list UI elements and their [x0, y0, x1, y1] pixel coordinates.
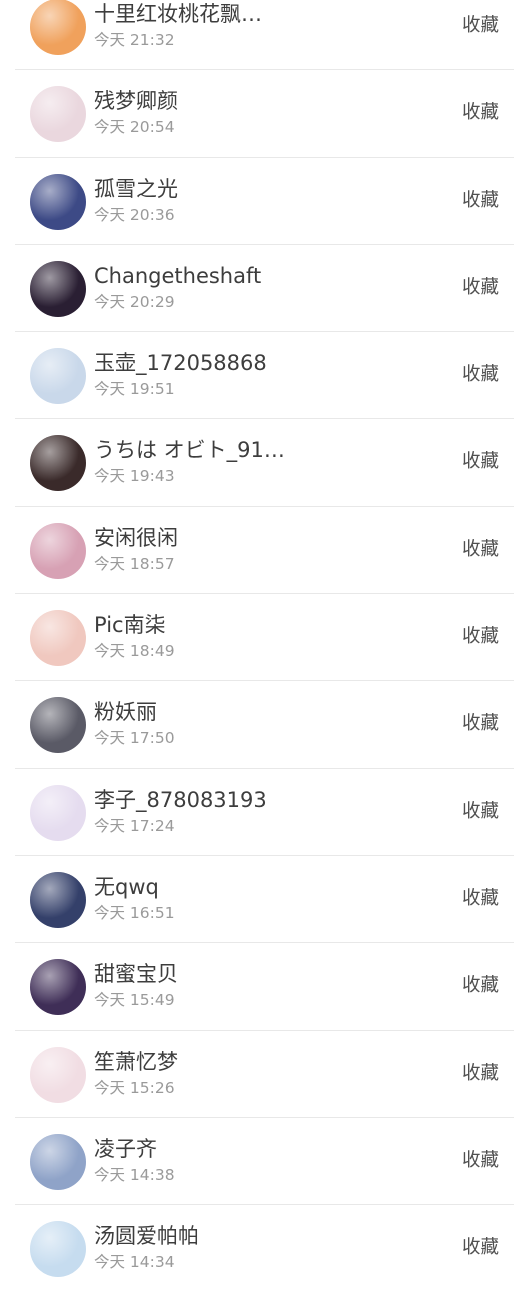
list-item[interactable]: 凌子齐今天 14:38 收藏 — [0, 1118, 529, 1206]
user-name[interactable]: Changetheshaft — [94, 262, 261, 290]
timestamp: 今天 17:50 — [94, 729, 175, 748]
timestamp: 今天 21:32 — [94, 31, 175, 49]
timestamp: 今天 14:38 — [94, 1165, 175, 1184]
favorite-button[interactable]: 收藏 — [462, 188, 499, 214]
timestamp: 今天 19:43 — [94, 467, 175, 486]
timestamp: 今天 20:36 — [94, 205, 175, 224]
user-name[interactable]: 粉妖丽 — [94, 698, 157, 726]
favorite-button[interactable]: 收藏 — [462, 624, 499, 650]
user-name[interactable]: 凌子齐 — [94, 1135, 157, 1163]
timestamp: 今天 18:57 — [94, 554, 175, 573]
pastel-anime-avatar-icon[interactable] — [30, 348, 86, 405]
timestamp: 今天 20:29 — [94, 292, 175, 311]
user-name[interactable]: 甜蜜宝贝 — [94, 960, 178, 988]
user-name[interactable]: うちは オビト_91… — [94, 436, 285, 464]
light-blue-anime-avatar-icon[interactable] — [30, 1221, 86, 1278]
user-name[interactable]: 安闲很闲 — [94, 524, 178, 552]
list-item[interactable]: 孤雪之光今天 20:36 收藏 — [0, 158, 529, 245]
favorite-button[interactable]: 收藏 — [462, 1061, 499, 1087]
night-sky-character-avatar-icon[interactable] — [30, 871, 86, 928]
list-item[interactable]: Changetheshaft 今天 20:29 收藏 — [0, 245, 529, 333]
user-name[interactable]: Pic南柒 — [94, 611, 166, 639]
favorite-button[interactable]: 收藏 — [462, 973, 499, 999]
timestamp: 今天 16:51 — [94, 903, 175, 922]
favorite-button[interactable]: 收藏 — [462, 1148, 499, 1174]
user-name[interactable]: 十里红妆桃花飘… — [94, 0, 262, 28]
favorite-button[interactable]: 收藏 — [462, 1235, 499, 1261]
timestamp: 今天 20:54 — [94, 118, 175, 137]
user-name[interactable]: 玉壶_172058868 — [94, 349, 267, 377]
favorite-button[interactable]: 收藏 — [462, 537, 499, 563]
pale-anime-avatar-icon[interactable] — [30, 1046, 86, 1103]
avatar-highlight — [30, 348, 86, 405]
favorite-button[interactable]: 收藏 — [462, 13, 499, 39]
user-name[interactable]: 笙萧忆梦 — [94, 1048, 178, 1076]
avatar-highlight — [30, 522, 86, 579]
timestamp: 今天 19:51 — [94, 380, 175, 399]
purple-anime-avatar-icon[interactable] — [30, 959, 86, 1016]
list-item[interactable]: 笙萧忆梦今天 15:26 收藏 — [0, 1031, 529, 1118]
user-name[interactable]: 无qwq — [94, 873, 159, 901]
favorite-button[interactable]: 收藏 — [462, 711, 499, 737]
list-item[interactable]: 残梦卿颜今天 20:54 收藏 — [0, 70, 529, 158]
favorite-button[interactable]: 收藏 — [462, 886, 499, 912]
avatar-highlight — [30, 959, 86, 1016]
avatar-highlight — [30, 610, 86, 667]
favorite-button[interactable]: 收藏 — [462, 799, 499, 825]
timestamp: 今天 15:49 — [94, 991, 175, 1010]
favorite-button[interactable]: 收藏 — [462, 275, 499, 301]
avatar-highlight — [30, 697, 86, 754]
avatar-highlight — [30, 784, 86, 841]
user-name[interactable]: 汤圆爱帕帕 — [94, 1222, 199, 1250]
list-item[interactable]: 粉妖丽今天 17:50 收藏 — [0, 681, 529, 769]
user-list: 十里红妆桃花飘… 今天 21:32 收藏 残梦卿颜 今天 20:54 收藏 孤雪之光 今天 2… — [0, 0, 529, 1292]
list-item[interactable]: 汤圆爱帕帕今天 14:34 收藏 — [0, 1205, 529, 1292]
blue-snow-anime-avatar-icon[interactable] — [30, 173, 86, 230]
masked-character-avatar-icon[interactable] — [30, 435, 86, 492]
white-hair-anime-avatar-icon[interactable] — [30, 784, 86, 841]
favorite-button[interactable]: 收藏 — [462, 362, 499, 388]
timestamp: 今天 15:26 — [94, 1078, 175, 1097]
dark-anime-avatar-icon[interactable] — [30, 260, 86, 317]
list-item[interactable]: 无qwq 今天 16:51 收藏 — [0, 856, 529, 944]
blue-art-anime-avatar-icon[interactable] — [30, 1133, 86, 1190]
pink-hair-anime-avatar-icon[interactable] — [30, 522, 86, 579]
avatar-highlight — [30, 435, 86, 492]
avatar-highlight — [30, 260, 86, 317]
user-name[interactable]: 残梦卿颜 — [94, 87, 178, 115]
list-item[interactable]: 十里红妆桃花飘… 今天 21:32 收藏 — [0, 0, 529, 71]
anime-girl-pink-avatar-icon[interactable] — [30, 86, 86, 143]
timestamp: 今天 14:34 — [94, 1253, 175, 1272]
peach-anime-avatar-icon[interactable] — [30, 610, 86, 667]
list-item[interactable]: 玉壶_172058868 今天 19:51 收藏 — [0, 332, 529, 420]
avatar-highlight — [30, 871, 86, 928]
list-item[interactable]: うちは オビト_91… 今天 19:43 收藏 — [0, 419, 529, 507]
avatar-highlight — [30, 86, 86, 143]
timestamp: 今天 18:49 — [94, 642, 175, 661]
white-bunny-avatar-icon[interactable] — [30, 0, 86, 55]
avatar-highlight — [30, 1221, 86, 1278]
avatar-highlight — [30, 1046, 86, 1103]
timestamp: 今天 17:24 — [94, 816, 175, 835]
avatar-highlight — [30, 173, 86, 230]
list-item[interactable]: Pic南柒今天 18:49 收藏 — [0, 594, 529, 682]
skeleton-character-avatar-icon[interactable] — [30, 697, 86, 754]
avatar-highlight — [30, 1133, 86, 1190]
list-item[interactable]: 甜蜜宝贝今天 15:49 收藏 — [0, 943, 529, 1031]
user-name[interactable]: 孤雪之光 — [94, 175, 178, 203]
favorite-button[interactable]: 收藏 — [462, 449, 499, 475]
list-item[interactable]: 李子_878083193 今天 17:24 收藏 — [0, 769, 529, 856]
list-item[interactable]: 安闲很闲今天 18:57 收藏 — [0, 507, 529, 595]
favorite-button[interactable]: 收藏 — [462, 100, 499, 126]
user-name[interactable]: 李子_878083193 — [94, 786, 267, 814]
avatar-highlight — [30, 0, 86, 55]
